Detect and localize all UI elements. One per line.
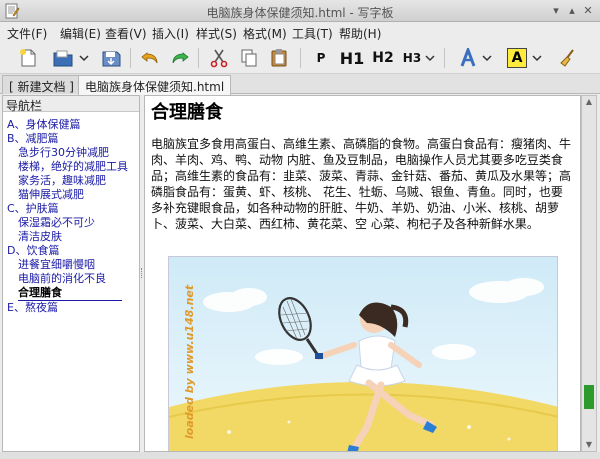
toolbar: P H1 H2 H3 A — [0, 42, 600, 74]
document-tabs: [ 新建文档 ] 1 电脑族身体保健须知.html — [0, 74, 600, 95]
title-bar: 电脑族身体保健须知.html - 写字板 ▾ ▴ ✕ — [0, 0, 600, 22]
open-document-icon[interactable] — [50, 46, 76, 70]
tennis-illustration-image: loaded by www.u148.net — [169, 257, 557, 451]
nav-title: 导航栏 — [3, 96, 139, 113]
navigation-panel: 导航栏 A、身体保健篇 B、减肥篇 急步行30分钟减肥 楼梯，绝好的减肥工具 家… — [2, 95, 140, 452]
nav-item[interactable]: E、熬夜篇 — [7, 299, 58, 315]
highlight-dropdown-chevron-down-icon[interactable] — [531, 46, 543, 70]
redo-icon[interactable] — [167, 46, 193, 70]
close-icon[interactable]: ✕ — [580, 3, 596, 19]
save-document-icon[interactable] — [98, 46, 124, 70]
heading1-button[interactable]: H1 — [338, 46, 366, 70]
menu-bar: 文件(F) 编辑(E) 查看(V) 插入(I) 样式(S) 格式(M) 工具(T… — [0, 22, 600, 42]
menu-view[interactable]: 查看(V) — [105, 25, 147, 42]
menu-file[interactable]: 文件(F) — [7, 25, 47, 42]
font-color-icon[interactable] — [456, 46, 480, 70]
tab-current-document[interactable]: 电脑族身体保健须知.html — [78, 75, 232, 95]
scroll-down-arrow-icon[interactable]: ▼ — [582, 439, 596, 451]
heading2-button[interactable]: H2 — [370, 46, 396, 70]
font-color-dropdown-chevron-down-icon[interactable] — [481, 46, 493, 70]
open-dropdown-chevron-down-icon[interactable] — [78, 46, 90, 70]
cut-icon[interactable] — [206, 46, 232, 70]
clear-format-broom-icon[interactable] — [556, 46, 580, 70]
document-heading: 合理膳食 — [151, 102, 223, 123]
scrollbar-thumb[interactable] — [584, 385, 594, 409]
heading3-button[interactable]: H3 — [400, 46, 424, 70]
document-paragraph: 电脑族宜多食用高蛋白、高维生素、高磷脂的食物。高蛋白食品有：瘦猪肉、牛肉、羊肉、… — [151, 137, 572, 231]
minimize-icon[interactable]: ▾ — [548, 3, 564, 19]
status-bar — [0, 452, 600, 459]
document-editor[interactable]: 合理膳食 电脑族宜多食用高蛋白、高维生素、高磷脂的食物。高蛋白食品有：瘦猪肉、牛… — [144, 95, 581, 452]
maximize-icon[interactable]: ▴ — [564, 3, 580, 19]
highlight-color-button[interactable]: A — [506, 46, 528, 70]
scroll-up-arrow-icon[interactable]: ▲ — [582, 96, 596, 108]
vertical-scrollbar[interactable]: ▲ ▼ — [581, 95, 597, 452]
tennis-player-illustration: loaded by www.u148.net — [168, 256, 558, 451]
copy-icon[interactable] — [236, 46, 262, 70]
menu-style[interactable]: 样式(S) — [196, 25, 237, 42]
menu-format[interactable]: 格式(M) — [243, 25, 287, 42]
heading-dropdown-chevron-down-icon[interactable] — [424, 46, 436, 70]
undo-icon[interactable] — [137, 46, 163, 70]
menu-insert[interactable]: 插入(I) — [152, 25, 189, 42]
paragraph-style-button[interactable]: P — [310, 46, 332, 70]
splitter-grip-icon[interactable] — [141, 268, 143, 278]
menu-tools[interactable]: 工具(T) — [292, 25, 333, 42]
window-title: 电脑族身体保健须知.html - 写字板 — [206, 6, 394, 20]
menu-edit[interactable]: 编辑(E) — [60, 25, 101, 42]
highlight-label: A — [507, 48, 527, 68]
new-document-icon[interactable] — [16, 46, 40, 70]
paste-icon[interactable] — [266, 46, 292, 70]
watermark-text: loaded by www.u148.net — [183, 284, 196, 439]
menu-help[interactable]: 帮助(H) — [339, 25, 381, 42]
